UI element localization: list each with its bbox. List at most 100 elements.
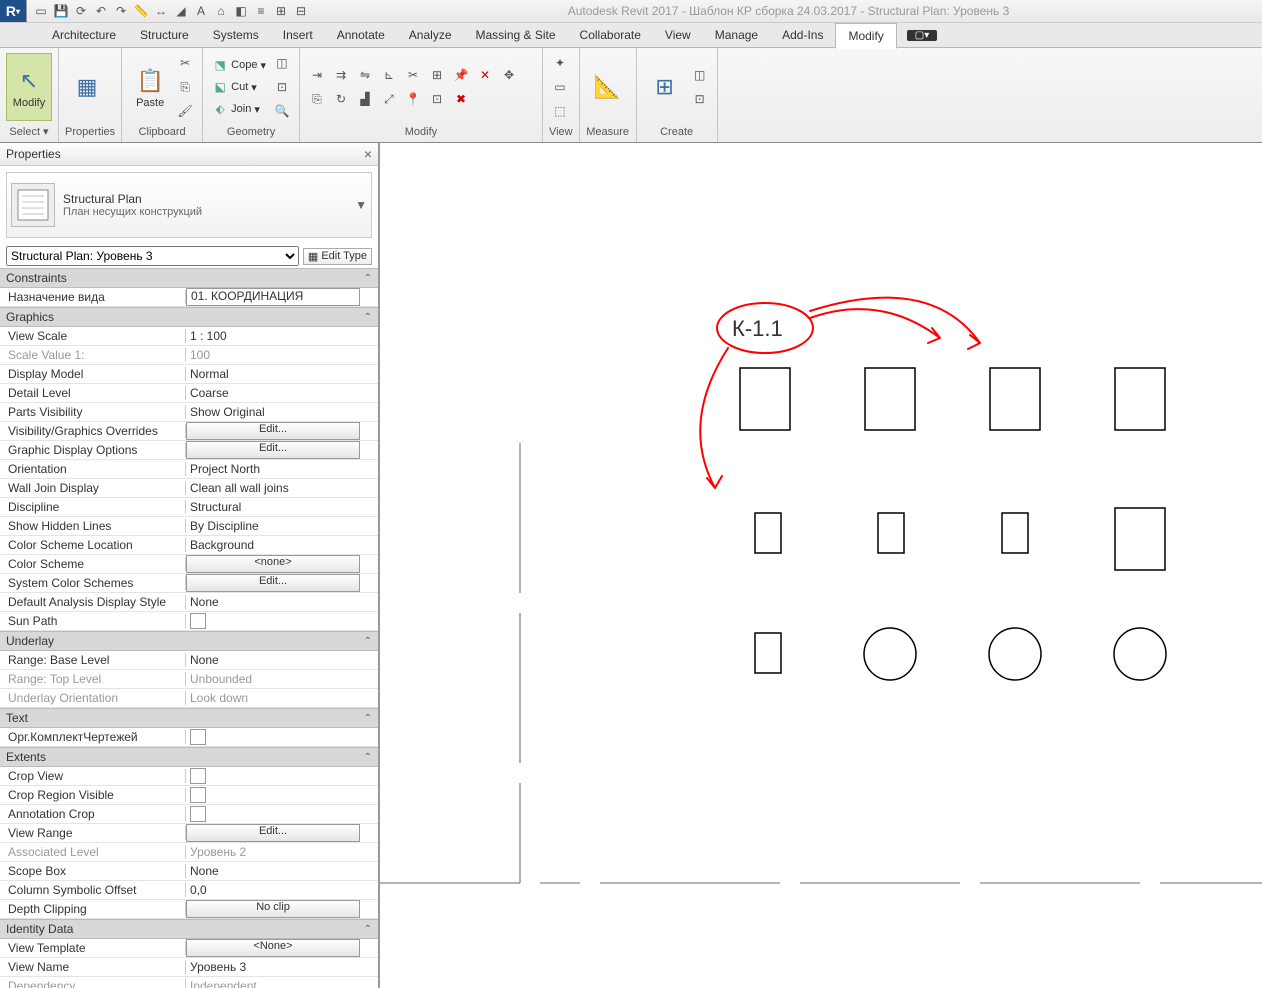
save-icon[interactable]: 💾 <box>53 3 69 19</box>
thinlines-icon[interactable]: ≡ <box>253 3 269 19</box>
property-row[interactable]: View Template<None> <box>0 939 378 958</box>
property-row[interactable]: Range: Top LevelUnbounded <box>0 670 378 689</box>
modify-button[interactable]: ↖Modify <box>6 53 52 121</box>
copy-mod-icon[interactable]: ⎘ <box>306 88 328 110</box>
tab-systems[interactable]: Systems <box>201 23 271 47</box>
pin-icon[interactable]: 📌 <box>450 64 472 86</box>
property-row[interactable]: Орг.КомплектЧертежей <box>0 728 378 747</box>
property-button[interactable]: No clip <box>186 900 360 918</box>
group-icon[interactable]: ⊡ <box>426 88 448 110</box>
view2-icon[interactable]: ▭ <box>549 76 571 98</box>
collapse-icon[interactable]: ⌃ <box>364 636 372 647</box>
section-header[interactable]: Constraints⌃ <box>0 268 378 288</box>
collapse-icon[interactable]: ⌃ <box>364 312 372 323</box>
paste-button[interactable]: 📋Paste <box>128 54 172 120</box>
geom1-icon[interactable]: ◫ <box>271 52 293 74</box>
dimension-icon[interactable]: ↔ <box>153 3 169 19</box>
property-value[interactable]: Уровень 3 <box>186 960 378 974</box>
property-row[interactable]: Default Analysis Display StyleNone <box>0 593 378 612</box>
create1-icon[interactable]: ◫ <box>689 64 711 86</box>
property-value[interactable]: Project North <box>186 462 378 476</box>
measure-button[interactable]: 📐 <box>586 54 630 120</box>
cut-geom-button[interactable]: ⬕Cut ▾ <box>209 77 269 97</box>
create-button[interactable]: ⊞ <box>643 54 687 120</box>
redo-icon[interactable]: ↷ <box>113 3 129 19</box>
geom3-icon[interactable]: 🔍 <box>271 100 293 122</box>
property-row[interactable]: Sun Path <box>0 612 378 631</box>
property-row[interactable]: Column Symbolic Offset0,0 <box>0 881 378 900</box>
instance-selector[interactable]: Structural Plan: Уровень 3 <box>6 246 299 266</box>
property-checkbox[interactable] <box>190 768 206 784</box>
property-button[interactable]: <none> <box>186 555 360 573</box>
property-checkbox[interactable] <box>190 729 206 745</box>
mirror2-icon[interactable]: ▟ <box>354 88 376 110</box>
tab-structure[interactable]: Structure <box>128 23 201 47</box>
property-row[interactable]: OrientationProject North <box>0 460 378 479</box>
property-row[interactable]: Color Scheme<none> <box>0 555 378 574</box>
property-row[interactable]: Depth ClippingNo clip <box>0 900 378 919</box>
view3d-icon[interactable]: ⌂ <box>213 3 229 19</box>
collapse-icon[interactable]: ⌃ <box>364 752 372 763</box>
tab-manage[interactable]: Manage <box>703 23 770 47</box>
delete2-icon[interactable]: ✖ <box>450 88 472 110</box>
property-button[interactable]: Edit... <box>186 574 360 592</box>
view1-icon[interactable]: ✦ <box>549 52 571 74</box>
type-selector[interactable]: Structural Plan План несущих конструкций… <box>6 172 372 238</box>
property-row[interactable]: Wall Join DisplayClean all wall joins <box>0 479 378 498</box>
section-header[interactable]: Identity Data⌃ <box>0 919 378 939</box>
move-icon[interactable]: ✥ <box>498 64 520 86</box>
property-value[interactable]: Coarse <box>186 386 378 400</box>
property-value[interactable]: Structural <box>186 500 378 514</box>
collapse-icon[interactable]: ⌃ <box>364 713 372 724</box>
property-value[interactable]: 1 : 100 <box>186 329 378 343</box>
property-value[interactable]: Background <box>186 538 378 552</box>
property-value[interactable]: 0,0 <box>186 883 378 897</box>
property-value[interactable]: 100 <box>186 348 378 362</box>
property-row[interactable]: System Color SchemesEdit... <box>0 574 378 593</box>
property-row[interactable]: Display ModelNormal <box>0 365 378 384</box>
trim-icon[interactable]: ⊾ <box>378 64 400 86</box>
property-row[interactable]: Scale Value 1:100 <box>0 346 378 365</box>
tab-collaborate[interactable]: Collaborate <box>568 23 653 47</box>
property-value[interactable]: Уровень 2 <box>186 845 378 859</box>
cope-button[interactable]: ⬔Cope ▾ <box>209 55 269 75</box>
tab-modify[interactable]: Modify <box>835 23 896 49</box>
property-checkbox[interactable] <box>190 787 206 803</box>
section-header[interactable]: Text⌃ <box>0 708 378 728</box>
property-value[interactable]: Show Original <box>186 405 378 419</box>
tab-annotate[interactable]: Annotate <box>325 23 397 47</box>
split-icon[interactable]: ✂ <box>402 64 424 86</box>
text-icon[interactable]: A <box>193 3 209 19</box>
tab-addins[interactable]: Add-Ins <box>770 23 835 47</box>
section-header[interactable]: Extents⌃ <box>0 747 378 767</box>
section-icon[interactable]: ◧ <box>233 3 249 19</box>
property-row[interactable]: Detail LevelCoarse <box>0 384 378 403</box>
tab-view[interactable]: View <box>653 23 703 47</box>
delete-icon[interactable]: ✕ <box>474 64 496 86</box>
property-value[interactable]: None <box>186 595 378 609</box>
property-value[interactable]: Clean all wall joins <box>186 481 378 495</box>
property-row[interactable]: Parts VisibilityShow Original <box>0 403 378 422</box>
array-icon[interactable]: ⊞ <box>426 64 448 86</box>
property-row[interactable]: DisciplineStructural <box>0 498 378 517</box>
property-row[interactable]: View NameУровень 3 <box>0 958 378 977</box>
edit-type-button[interactable]: ▦Edit Type <box>303 248 372 265</box>
property-value[interactable]: 01. КООРДИНАЦИЯ <box>186 288 360 306</box>
property-row[interactable]: Range: Base LevelNone <box>0 651 378 670</box>
property-row[interactable]: Crop Region Visible <box>0 786 378 805</box>
property-value[interactable]: Independent <box>186 979 378 988</box>
tab-insert[interactable]: Insert <box>271 23 325 47</box>
tag-icon[interactable]: ◢ <box>173 3 189 19</box>
section-header[interactable]: Graphics⌃ <box>0 307 378 327</box>
view3-icon[interactable]: ⬚ <box>549 100 571 122</box>
property-checkbox[interactable] <box>190 613 206 629</box>
scale-icon[interactable]: ⤢ <box>378 88 400 110</box>
property-row[interactable]: Scope BoxNone <box>0 862 378 881</box>
property-value[interactable]: Look down <box>186 691 378 705</box>
properties-button[interactable]: ▦ <box>65 54 109 120</box>
property-button[interactable]: Edit... <box>186 441 360 459</box>
property-button[interactable]: <None> <box>186 939 360 957</box>
section-header[interactable]: Underlay⌃ <box>0 631 378 651</box>
cut-icon[interactable]: ✂ <box>174 52 196 74</box>
property-row[interactable]: Visibility/Graphics OverridesEdit... <box>0 422 378 441</box>
